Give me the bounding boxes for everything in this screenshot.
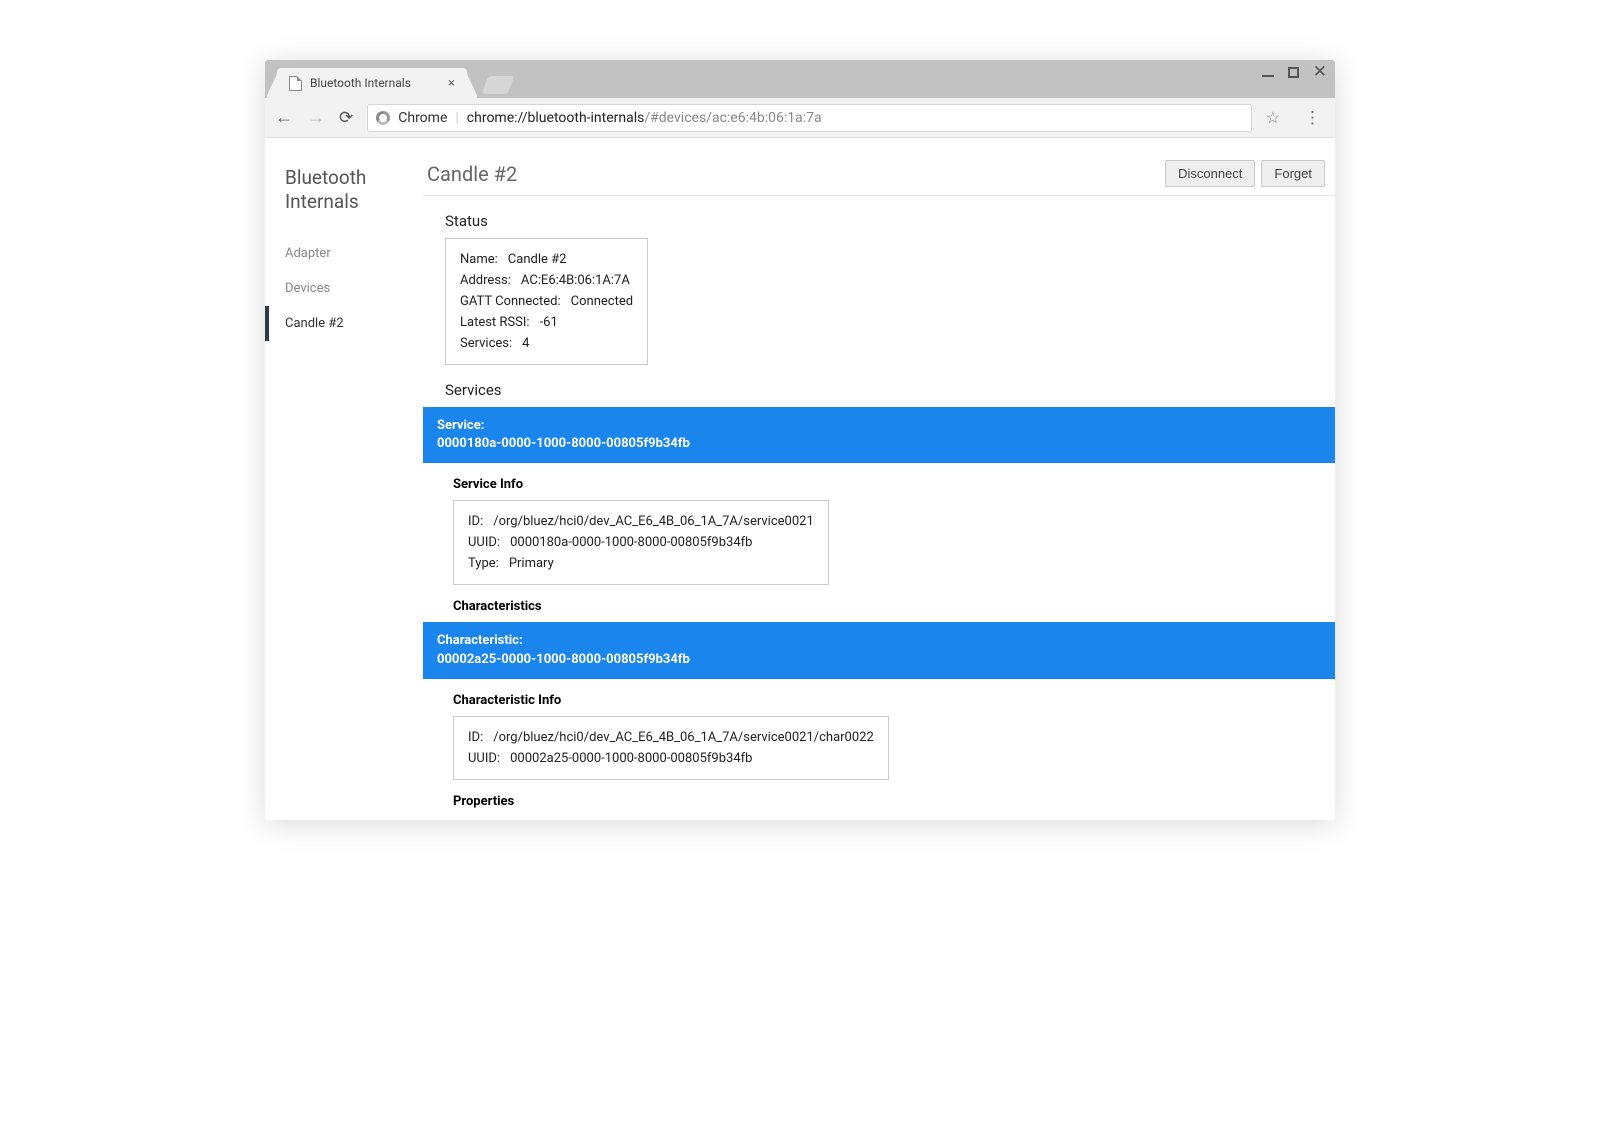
minimize-icon[interactable] [1262, 69, 1274, 77]
browser-menu-icon[interactable]: ⋮ [1300, 108, 1325, 128]
page-header: Candle #2 Disconnect Forget [423, 160, 1335, 196]
browser-tab[interactable]: Bluetooth Internals × [277, 68, 467, 98]
status-section: Status Name Candle #2 Address AC:E6:4B:06:… [423, 196, 1335, 365]
page-body: Bluetooth Internals Adapter Devices Cand… [265, 138, 1335, 820]
characteristic-label: Characteristic [437, 633, 523, 648]
status-name-label: Name [460, 252, 498, 267]
close-tab-icon[interactable]: × [448, 76, 455, 91]
status-address-value: AC:E6:4B:06:1A:7A [521, 273, 630, 288]
status-box: Name Candle #2 Address AC:E6:4B:06:1A:7A G… [445, 238, 648, 365]
service-uuid-value: 0000180a-0000-1000-8000-00805f9b34fb [510, 535, 752, 550]
service-id-value: /org/bluez/hci0/dev_AC_E6_4B_06_1A_7A/se… [493, 514, 814, 529]
characteristic-uuid: 00002a25-0000-1000-8000-00805f9b34fb [437, 652, 690, 667]
reload-button[interactable]: ⟳ [339, 108, 353, 128]
sidebar-title: Bluetooth Internals [265, 166, 423, 236]
status-name-value: Candle #2 [508, 252, 567, 267]
characteristics-section: Characteristics [423, 585, 1335, 614]
forget-button[interactable]: Forget [1261, 160, 1325, 187]
char-id-label: ID [468, 730, 483, 745]
status-gatt-label: GATT Connected [460, 294, 561, 309]
service-uuid-label: UUID [468, 535, 500, 550]
properties-section: Properties [423, 780, 1335, 809]
service-header[interactable]: Service 0000180a-0000-1000-8000-00805f9b… [423, 407, 1335, 463]
bookmark-star-icon[interactable]: ☆ [1266, 108, 1280, 127]
chrome-icon [376, 111, 390, 125]
properties-heading: Properties [453, 794, 1335, 809]
address-bar[interactable]: Chrome | chrome://bluetooth-internals/#d… [367, 104, 1251, 132]
main-content: Candle #2 Disconnect Forget Status Name C… [423, 138, 1335, 820]
new-tab-button[interactable] [482, 76, 515, 94]
characteristic-info-section: Characteristic Info ID/org/bluez/hci0/de… [423, 679, 1335, 780]
characteristic-info-heading: Characteristic Info [453, 693, 1335, 708]
maximize-icon[interactable] [1288, 67, 1299, 78]
status-rssi-label: Latest RSSI [460, 315, 530, 330]
url-host: chrome://bluetooth-internals [467, 110, 645, 126]
sidebar-item-candle2[interactable]: Candle #2 [265, 306, 423, 341]
characteristics-heading: Characteristics [453, 599, 1335, 614]
char-uuid-label: UUID [468, 751, 500, 766]
service-info-heading: Service Info [453, 477, 1335, 492]
services-section: Services [423, 365, 1335, 399]
url-divider: | [455, 110, 458, 126]
page-icon [289, 76, 302, 91]
sidebar-item-devices[interactable]: Devices [265, 271, 423, 306]
back-button[interactable]: ← [275, 107, 293, 128]
page-title: Candle #2 [427, 162, 517, 186]
service-info-section: Service Info ID/org/bluez/hci0/dev_AC_E6… [423, 463, 1335, 585]
window-controls: ✕ [1262, 64, 1327, 81]
sidebar-item-adapter[interactable]: Adapter [265, 236, 423, 271]
status-gatt-value: Connected [571, 294, 633, 309]
status-rssi-value: -61 [540, 315, 558, 330]
status-address-label: Address [460, 273, 511, 288]
services-heading: Services [445, 381, 1335, 399]
service-info-box: ID/org/bluez/hci0/dev_AC_E6_4B_06_1A_7A/… [453, 500, 829, 585]
status-services-label: Services [460, 336, 512, 351]
browser-window: Bluetooth Internals × ✕ ← → ⟳ Chrome | c… [265, 60, 1335, 820]
char-uuid-value: 00002a25-0000-1000-8000-00805f9b34fb [510, 751, 752, 766]
service-type-label: Type [468, 556, 499, 571]
char-id-value: /org/bluez/hci0/dev_AC_E6_4B_06_1A_7A/se… [493, 730, 874, 745]
url-scheme: Chrome [398, 110, 447, 126]
service-id-label: ID [468, 514, 483, 529]
status-services-value: 4 [522, 336, 529, 351]
sidebar: Bluetooth Internals Adapter Devices Cand… [265, 138, 423, 820]
tab-title: Bluetooth Internals [310, 76, 411, 90]
service-type-value: Primary [509, 556, 554, 571]
characteristic-header[interactable]: Characteristic 00002a25-0000-1000-8000-0… [423, 622, 1335, 678]
tab-strip: Bluetooth Internals × ✕ [265, 60, 1335, 98]
forward-button[interactable]: → [307, 107, 325, 128]
status-heading: Status [445, 212, 1335, 230]
service-uuid: 0000180a-0000-1000-8000-00805f9b34fb [437, 436, 690, 451]
toolbar: ← → ⟳ Chrome | chrome://bluetooth-intern… [265, 98, 1335, 138]
disconnect-button[interactable]: Disconnect [1165, 160, 1255, 187]
service-label: Service [437, 418, 484, 433]
url-path: /#devices/ac:e6:4b:06:1a:7a [644, 110, 821, 126]
characteristic-info-box: ID/org/bluez/hci0/dev_AC_E6_4B_06_1A_7A/… [453, 716, 889, 780]
close-window-icon[interactable]: ✕ [1313, 64, 1327, 81]
